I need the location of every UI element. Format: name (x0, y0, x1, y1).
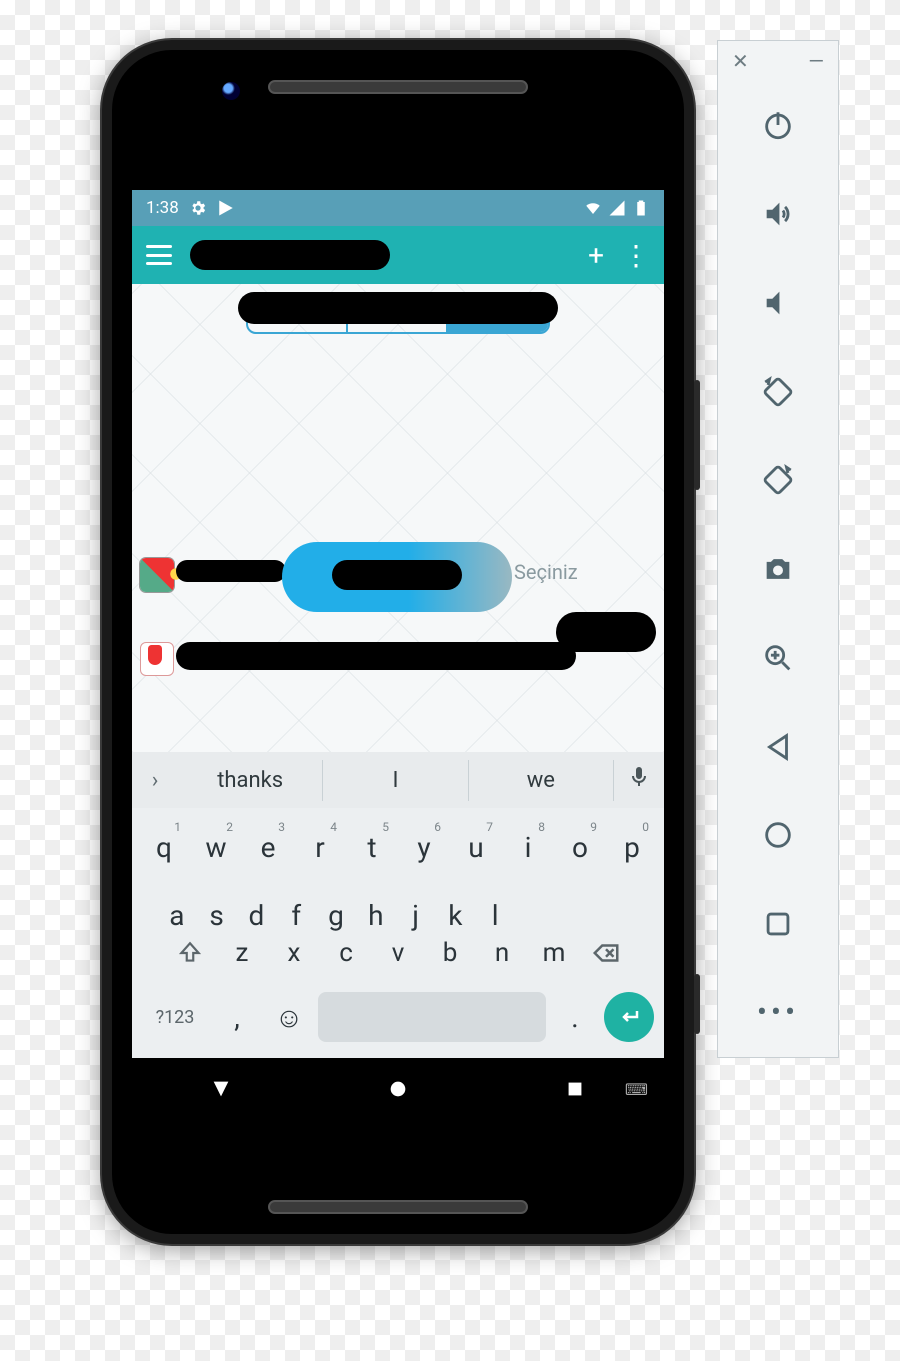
app-title-redacted (190, 240, 390, 270)
key-c[interactable]: c (323, 924, 369, 982)
segments-redacted (238, 292, 558, 324)
key-v[interactable]: v (375, 924, 421, 982)
mic-icon[interactable] (614, 765, 664, 795)
speaker-bottom (268, 1200, 528, 1214)
key-w[interactable]: w2 (193, 818, 239, 876)
emulator-rotate-right-button[interactable] (718, 436, 838, 525)
emulator-overview-button[interactable] (718, 880, 838, 969)
nav-back-icon[interactable] (210, 1078, 232, 1100)
overflow-menu-button[interactable]: ⋮ (622, 239, 650, 272)
period-key[interactable]: . (552, 992, 598, 1042)
emulator-side-panel: ✕ — ••• (717, 40, 839, 1058)
device-icon (140, 558, 174, 592)
key-z[interactable]: z (219, 924, 265, 982)
volume-button[interactable] (694, 380, 700, 490)
key-t[interactable]: t5 (349, 818, 395, 876)
key-q[interactable]: q1 (141, 818, 187, 876)
signal-icon (608, 199, 626, 217)
keyboard-suggestions: › thanks I we (132, 752, 664, 808)
play-store-icon (217, 199, 235, 217)
row1-text-redacted (176, 560, 286, 582)
emulator-rotate-left-button[interactable] (718, 347, 838, 436)
key-i[interactable]: i8 (505, 818, 551, 876)
key-b[interactable]: b (427, 924, 473, 982)
symbols-key[interactable]: ?123 (142, 992, 208, 1042)
emulator-screenshot-button[interactable] (718, 525, 838, 614)
expand-suggestions-button[interactable]: › (132, 752, 178, 808)
panel-minimize-button[interactable]: — (808, 49, 824, 73)
soft-keyboard: q1w2e3r4t5y6u7i8o9p0 asdfghjkl zxcvbnm ?… (132, 808, 664, 1058)
comma-key[interactable]: , (214, 992, 260, 1042)
suggestion-2[interactable]: I (323, 760, 468, 801)
backspace-key[interactable] (583, 924, 629, 982)
key-r[interactable]: r4 (297, 818, 343, 876)
power-button[interactable] (694, 974, 700, 1034)
suggestion-3[interactable]: we (469, 760, 614, 801)
key-n[interactable]: n (479, 924, 525, 982)
key-p[interactable]: p0 (609, 818, 655, 876)
row2-text-redacted (176, 642, 576, 670)
emulator-power-button[interactable] (718, 81, 838, 170)
nav-recent-icon[interactable] (564, 1078, 586, 1100)
wifi-icon (584, 199, 602, 217)
location-pin-icon (140, 642, 174, 676)
speaker-top (268, 80, 528, 94)
app-bar: + ⋮ (132, 226, 664, 284)
select-placeholder: Seçiniz (514, 560, 578, 584)
camera-dot (222, 82, 240, 100)
key-o[interactable]: o9 (557, 818, 603, 876)
pill-text-redacted (332, 560, 462, 590)
shift-key[interactable] (167, 924, 213, 982)
status-time: 1:38 (146, 198, 179, 218)
emulator-home-button[interactable] (718, 791, 838, 880)
key-y[interactable]: y6 (401, 818, 447, 876)
emulator-volume-down-button[interactable] (718, 258, 838, 347)
system-nav-bar: ⌨ (132, 1058, 664, 1120)
nav-home-icon[interactable] (387, 1078, 409, 1100)
space-key[interactable] (318, 992, 546, 1042)
key-x[interactable]: x (271, 924, 317, 982)
content-area: Guncelle Seçiniz (132, 284, 664, 752)
emoji-key[interactable]: ☺ (266, 992, 312, 1042)
suggestion-1[interactable]: thanks (178, 760, 323, 801)
key-u[interactable]: u7 (453, 818, 499, 876)
phone-frame: 1:38 + ⋮ (102, 40, 694, 1244)
battery-icon (632, 199, 650, 217)
menu-button[interactable] (146, 245, 172, 265)
emulator-back-button[interactable] (718, 702, 838, 791)
status-bar: 1:38 (132, 190, 664, 226)
enter-key[interactable] (604, 992, 654, 1042)
gear-icon (189, 199, 207, 217)
screen: 1:38 + ⋮ (132, 190, 664, 1134)
key-m[interactable]: m (531, 924, 577, 982)
emulator-more-button[interactable]: ••• (718, 968, 838, 1057)
add-button[interactable]: + (588, 239, 604, 272)
emulator-volume-up-button[interactable] (718, 170, 838, 259)
emulator-zoom-button[interactable] (718, 613, 838, 702)
panel-close-button[interactable]: ✕ (732, 49, 749, 73)
keyboard-toggle-icon[interactable]: ⌨ (625, 1080, 648, 1099)
key-e[interactable]: e3 (245, 818, 291, 876)
